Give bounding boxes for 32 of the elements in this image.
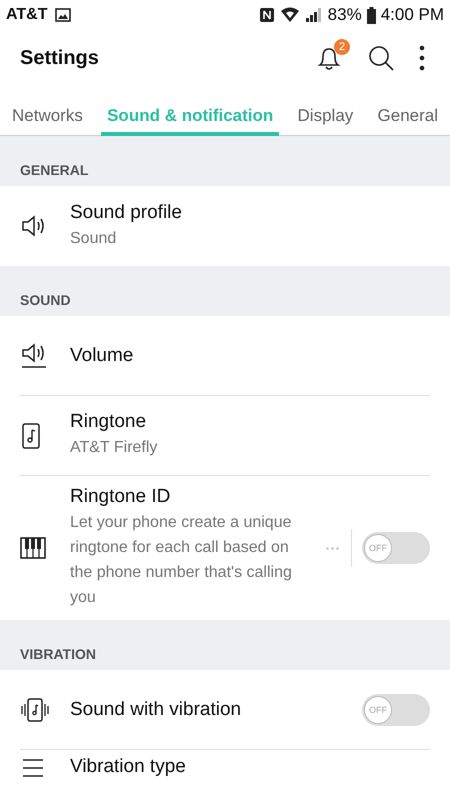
- setting-summary: Let your phone create a unique ringtone for each call based on the phone number that's calling you: [70, 513, 293, 608]
- tab[interactable]: Networks: [6, 90, 89, 136]
- screen-title: Settings: [20, 46, 99, 70]
- setting-title[interactable]: Sound profile: [70, 202, 430, 224]
- piano-keys-icon: [20, 537, 46, 559]
- volume-icon: [20, 342, 48, 370]
- wifi-icon: [280, 7, 300, 23]
- vibrating-phone-icon: [20, 696, 50, 724]
- clock: 4:00 PM: [380, 5, 444, 25]
- image-icon: [55, 8, 72, 22]
- setting-summary: Sound: [70, 228, 118, 248]
- search-icon: [366, 43, 396, 73]
- notification-badge: 2: [334, 39, 350, 55]
- tab[interactable]: General: [372, 90, 444, 136]
- setting-title[interactable]: Vibration type: [70, 756, 430, 778]
- section-header: SOUND: [20, 292, 71, 308]
- setting-title[interactable]: Sound with vibration: [70, 698, 362, 720]
- carrier-label: AT&T: [6, 6, 48, 24]
- nfc-icon: [258, 7, 275, 23]
- section-header: VIBRATION: [20, 646, 96, 662]
- list-icon: [20, 756, 46, 780]
- battery-icon: [366, 6, 376, 24]
- setting-summary: AT&T Firefly: [70, 438, 158, 458]
- overflow-menu-icon: [418, 44, 426, 72]
- setting-title[interactable]: Ringtone ID: [70, 486, 325, 508]
- section-header: GENERAL: [20, 162, 88, 178]
- tab[interactable]: Display: [292, 90, 360, 136]
- battery-percent: 83%: [328, 5, 362, 25]
- signal-icon: [304, 7, 323, 23]
- setting-title[interactable]: Ringtone: [70, 411, 430, 433]
- setting-title[interactable]: Volume: [70, 344, 430, 366]
- music-note-icon: [20, 422, 42, 450]
